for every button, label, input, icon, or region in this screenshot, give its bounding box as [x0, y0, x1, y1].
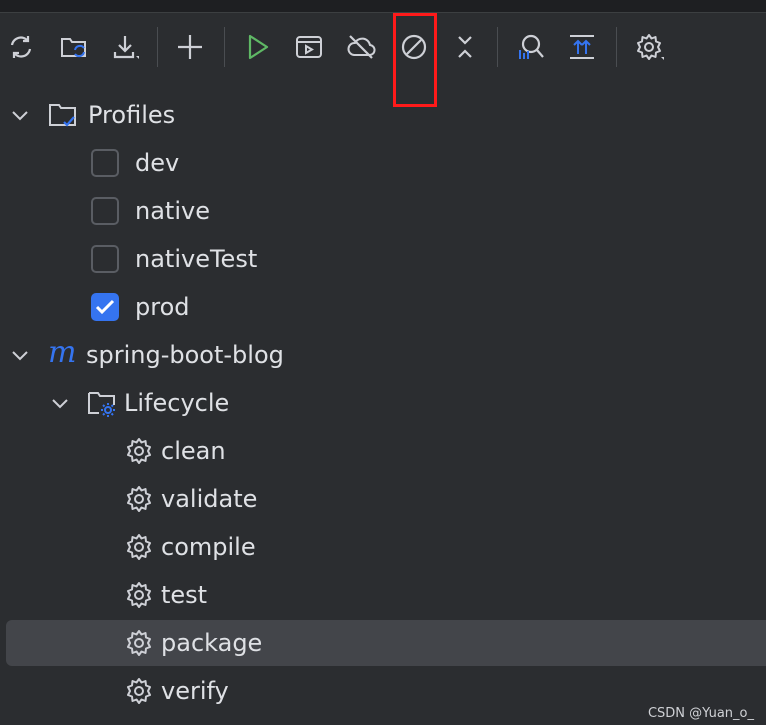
profile-item-native[interactable]: native	[0, 188, 766, 234]
settings-button[interactable]	[632, 30, 666, 64]
settings-icon	[637, 34, 664, 60]
lifecycle-goal-compile[interactable]: compile	[0, 524, 766, 570]
window-top-strip	[0, 0, 766, 13]
profile-checkbox-checked[interactable]	[91, 293, 119, 321]
add-icon	[178, 35, 202, 59]
show-dependencies-button[interactable]	[565, 30, 599, 64]
analyze-dependencies-button[interactable]	[513, 30, 547, 64]
toolbar-separator	[497, 27, 498, 67]
goal-label: clean	[161, 437, 226, 465]
goal-label: verify	[161, 677, 229, 705]
download-icon	[113, 36, 139, 59]
gear-icon	[127, 486, 151, 512]
toolbar-separator	[157, 27, 158, 67]
goal-label: test	[161, 581, 208, 609]
reload-button[interactable]	[4, 30, 38, 64]
profile-label: nativeTest	[135, 245, 258, 273]
goal-label: package	[161, 629, 263, 657]
maven-toolbar	[0, 14, 766, 80]
run-icon	[248, 34, 269, 60]
download-button[interactable]	[108, 30, 142, 64]
profile-checkbox[interactable]	[91, 245, 119, 273]
execute-goal-button[interactable]	[292, 30, 326, 64]
tree-node-lifecycle[interactable]: Lifecycle	[0, 380, 766, 426]
offline-mode-button[interactable]	[344, 30, 378, 64]
chevron-down-icon[interactable]	[50, 393, 70, 413]
lifecycle-label: Lifecycle	[124, 389, 230, 417]
offline-mode-icon	[347, 35, 376, 59]
profile-item-nativetest[interactable]: nativeTest	[0, 236, 766, 282]
gear-icon	[127, 534, 151, 560]
toolbar-separator	[224, 27, 225, 67]
profile-label: dev	[135, 149, 180, 177]
execute-goal-icon	[296, 36, 322, 58]
checkmark-icon	[95, 299, 115, 315]
collapse-all-icon	[458, 36, 472, 58]
profile-item-dev[interactable]: dev	[0, 140, 766, 186]
profile-checkbox[interactable]	[91, 149, 119, 177]
reload-icon	[10, 36, 32, 58]
gear-icon	[127, 678, 151, 704]
lifecycle-goal-package[interactable]: package	[6, 620, 766, 666]
collapse-all-button[interactable]	[448, 30, 482, 64]
profile-checkbox[interactable]	[91, 197, 119, 225]
chevron-down-icon[interactable]	[10, 345, 30, 365]
show-dependencies-icon	[570, 35, 594, 59]
add-button[interactable]	[173, 30, 207, 64]
profiles-folder-icon	[49, 104, 76, 127]
maven-project-icon: m	[48, 335, 77, 370]
profiles-label: Profiles	[88, 101, 176, 129]
lifecycle-folder-icon	[88, 392, 115, 417]
tree-node-project[interactable]: m spring-boot-blog	[0, 332, 766, 378]
goal-label: compile	[161, 533, 256, 561]
profile-label: prod	[135, 293, 190, 321]
toolbar-separator	[616, 27, 617, 67]
chevron-down-icon[interactable]	[10, 105, 30, 125]
gear-icon	[127, 630, 151, 656]
generate-sources-icon	[61, 38, 86, 58]
project-label: spring-boot-blog	[86, 341, 284, 369]
lifecycle-goal-validate[interactable]: validate	[0, 476, 766, 522]
generate-sources-button[interactable]	[57, 30, 91, 64]
watermark: CSDN @Yuan_o_	[647, 706, 754, 721]
profile-item-prod[interactable]: prod	[0, 284, 766, 330]
gear-icon	[127, 438, 151, 464]
lifecycle-goal-test[interactable]: test	[0, 572, 766, 618]
gear-icon	[127, 582, 151, 608]
goal-label: validate	[161, 485, 258, 513]
run-button[interactable]	[240, 30, 274, 64]
analyze-dependencies-icon	[519, 34, 544, 59]
lifecycle-goal-clean[interactable]: clean	[0, 428, 766, 474]
profile-label: native	[135, 197, 210, 225]
tree-node-profiles[interactable]: Profiles	[0, 92, 766, 138]
